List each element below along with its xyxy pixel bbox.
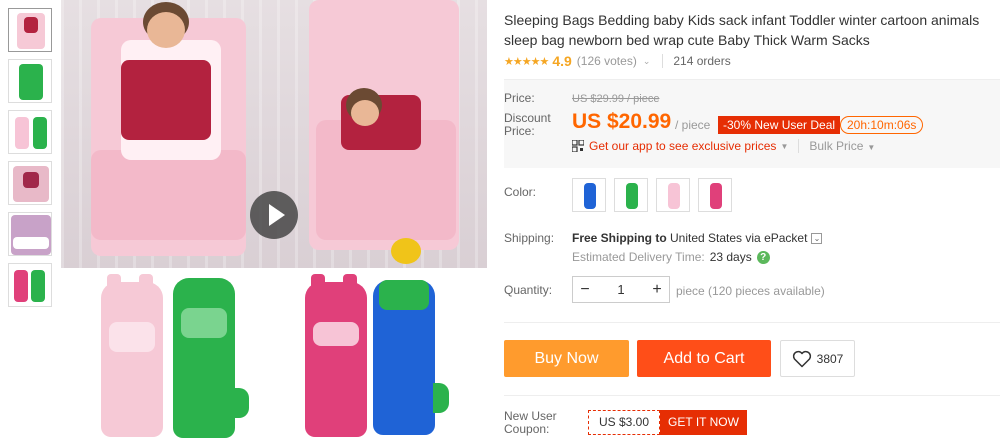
delivery-label: Estimated Delivery Time:	[572, 250, 705, 264]
product-photo-bottom	[61, 268, 487, 443]
chevron-down-icon[interactable]: ⌄	[643, 56, 651, 67]
qr-code-icon	[572, 140, 584, 152]
wishlist-count: 3807	[816, 351, 844, 366]
divider	[504, 322, 1000, 323]
quantity-input[interactable]: 1	[597, 282, 645, 297]
free-shipping-text: Free Shipping to	[572, 231, 667, 245]
original-price: US $29.99 / piece	[572, 93, 660, 105]
caret-down-icon: ▼	[867, 143, 876, 152]
color-swatch-magenta[interactable]	[698, 178, 732, 212]
color-swatch-pink[interactable]	[656, 178, 690, 212]
bulk-price-link[interactable]: Bulk Price ▼	[798, 139, 875, 153]
color-swatches	[572, 178, 740, 212]
divider	[662, 54, 664, 68]
app-promo-row: Get our app to see exclusive prices ▼ Bu…	[572, 139, 875, 153]
wishlist-button[interactable]: 3807	[780, 340, 855, 377]
add-to-cart-button[interactable]: Add to Cart	[637, 340, 771, 377]
vote-count: (126 votes)	[576, 54, 637, 68]
star-rating-icon: ★★★★★	[504, 55, 549, 68]
delivery-estimate: Estimated Delivery Time: 23 days ?	[572, 250, 770, 264]
product-photo-top	[61, 0, 487, 268]
get-coupon-button[interactable]: GET IT NOW	[660, 410, 747, 435]
main-product-image[interactable]	[61, 0, 487, 443]
thumbnail-3[interactable]	[8, 110, 52, 154]
rating-score: 4.9	[552, 53, 572, 69]
quantity-increase-button[interactable]: +	[645, 277, 669, 302]
coupon-value: US $3.00	[588, 410, 660, 435]
deal-badge: -30% New User Deal	[718, 116, 841, 134]
discount-price-label: Discount Price:	[504, 111, 551, 138]
color-swatch-green[interactable]	[614, 178, 648, 212]
thumbnail-5[interactable]	[8, 212, 52, 256]
video-play-icon[interactable]	[250, 191, 298, 239]
caret-down-icon[interactable]: ▼	[780, 142, 788, 151]
thumbnail-2[interactable]	[8, 59, 52, 103]
quantity-availability: piece (120 pieces available)	[676, 284, 825, 298]
delivery-days: 23 days	[709, 250, 752, 264]
thumbnail-list	[8, 8, 54, 314]
buy-now-button[interactable]: Buy Now	[504, 340, 629, 377]
app-prices-link[interactable]: Get our app to see exclusive prices	[589, 139, 776, 153]
discount-price: US $20.99	[572, 110, 672, 133]
price-unit: / piece	[675, 118, 711, 132]
order-count: 214 orders	[673, 54, 731, 68]
quantity-decrease-button[interactable]: −	[573, 277, 597, 302]
color-swatch-blue[interactable]	[572, 178, 606, 212]
coupon-label: New User Coupon:	[504, 409, 557, 436]
price-label: Price:	[504, 91, 535, 105]
rating-row[interactable]: ★★★★★ 4.9 (126 votes) ⌄ 214 orders	[504, 53, 731, 69]
chevron-down-icon[interactable]: ⌄	[811, 232, 823, 244]
divider	[504, 395, 1000, 396]
quantity-label: Quantity:	[504, 283, 553, 297]
shipping-destination: United States via ePacket	[670, 231, 808, 245]
product-title: Sleeping Bags Bedding baby Kids sack inf…	[504, 12, 980, 48]
thumbnail-6[interactable]	[8, 263, 52, 307]
color-label: Color:	[504, 185, 537, 199]
quantity-stepper: − 1 +	[572, 276, 670, 303]
shipping-info[interactable]: Free Shipping to United States via ePack…	[572, 231, 823, 245]
thumbnail-4[interactable]	[8, 161, 52, 205]
thumbnail-1[interactable]	[8, 8, 52, 52]
heart-icon	[792, 350, 811, 367]
help-icon[interactable]: ?	[756, 250, 770, 264]
countdown-timer: 20h:10m:06s	[840, 116, 924, 134]
shipping-label: Shipping:	[504, 231, 555, 245]
